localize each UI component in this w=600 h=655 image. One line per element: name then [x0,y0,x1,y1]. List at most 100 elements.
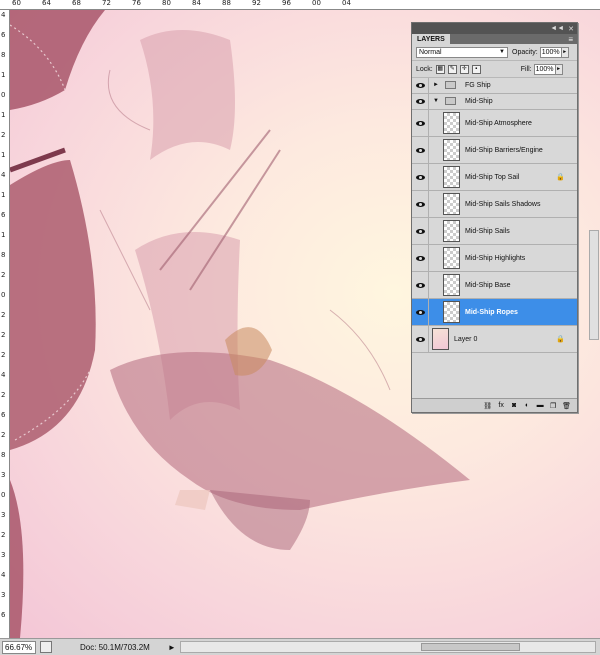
chevron-down-icon: ▼ [499,48,505,55]
left-ruler-label: 2 [1,331,6,339]
trash-icon[interactable]: 🗑 [562,402,571,410]
left-ruler-label: 1 [1,231,6,239]
left-ruler-label: 2 [1,271,6,279]
opacity-field[interactable]: 100% [539,46,562,58]
lock-icon: 🔒 [556,174,565,181]
eye-icon [415,174,425,180]
folder-icon[interactable]: ▬ [536,402,544,409]
layer-thumbnail [443,112,460,134]
top-ruler[interactable]: 60 64 68 72 76 80 84 88 92 96 00 04 [0,0,600,10]
top-ruler-label: 72 [102,0,111,7]
visibility-toggle[interactable] [412,272,429,298]
layer-row[interactable]: Mid-Ship Sails Shadows [412,191,577,218]
horizontal-scrollbar[interactable] [179,641,596,653]
left-ruler-label: 2 [1,131,6,139]
layer-row[interactable]: Mid-Ship Atmosphere [412,110,577,137]
blend-mode-select[interactable]: Normal ▼ [416,46,508,58]
lock-label: Lock: [416,65,433,73]
layer-row[interactable]: Layer 0 🔒 [412,326,577,353]
visibility-toggle[interactable] [412,137,429,163]
visibility-toggle[interactable] [412,299,429,325]
layer-row[interactable]: ► FG Ship [412,78,577,94]
doc-size: Doc: 50.1M/703.2M [80,642,150,652]
fill-field[interactable]: 100% [533,63,556,75]
visibility-toggle[interactable] [412,110,429,136]
layer-thumbnail [432,328,449,350]
layer-name: Mid-Ship Ropes [465,309,518,316]
panel-tabs: LAYERS ≡ [412,34,577,44]
layer-name: Mid-Ship [465,98,493,105]
left-ruler-label: 6 [1,411,6,419]
layer-row[interactable]: Mid-Ship Barriers/Engine [412,137,577,164]
tab-layers[interactable]: LAYERS [412,34,450,44]
eye-icon [415,147,425,153]
left-ruler-label: 4 [1,171,6,179]
left-ruler-label: 8 [1,451,6,459]
folder-icon [445,97,456,105]
horizontal-scroll-thumb[interactable] [421,643,521,651]
visibility-toggle[interactable] [412,164,429,190]
top-ruler-label: 76 [132,0,141,7]
opacity-slider-toggle[interactable]: ► [561,46,569,58]
visibility-toggle[interactable] [412,191,429,217]
left-ruler-label: 2 [1,351,6,359]
lock-image-pixels-icon[interactable]: ✎ [447,64,457,74]
left-ruler-label: 4 [1,371,6,379]
panel-menu-icon[interactable]: ≡ [568,35,577,44]
left-ruler-label: 6 [1,611,6,619]
layer-row[interactable]: Mid-Ship Sails [412,218,577,245]
top-ruler-label: 92 [252,0,261,7]
lock-position-icon[interactable]: ✛ [459,64,469,74]
collapse-icon[interactable]: ◄◄ [550,25,564,32]
layer-name: Mid-Ship Top Sail [465,174,520,181]
lock-icon: 🔒 [556,336,565,343]
left-ruler-label: 1 [1,71,6,79]
left-ruler-label: 4 [1,11,6,19]
layer-thumbnail [443,166,460,188]
left-ruler-label: 2 [1,311,6,319]
layer-name: Mid-Ship Base [465,282,511,289]
visibility-toggle[interactable] [412,78,429,93]
eye-icon [415,336,425,342]
layer-row[interactable]: Mid-Ship Ropes [412,299,577,326]
new-layer-icon[interactable]: ❐ [549,402,557,410]
status-menu-arrow[interactable]: ► [168,643,176,652]
opacity-label: Opacity: [512,48,538,56]
left-ruler-label: 0 [1,91,6,99]
left-ruler-label: 0 [1,491,6,499]
fill-slider-toggle[interactable]: ► [555,63,563,75]
eye-icon [415,255,425,261]
vertical-scrollbar[interactable] [589,230,599,340]
mask-icon[interactable]: ◙ [510,402,518,409]
visibility-toggle[interactable] [412,245,429,271]
link-icon[interactable]: ⛓ [483,402,492,410]
left-ruler-label: 8 [1,51,6,59]
layer-list: ► FG Ship ▼ Mid-Ship Mid-Ship Atmosphere Mid-… [412,78,577,398]
left-ruler-label: 2 [1,531,6,539]
expanded-triangle-icon[interactable]: ▼ [433,98,439,104]
top-ruler-label: 04 [342,0,351,7]
document-info-icon[interactable] [40,641,52,653]
lock-row: Lock: ▦ ✎ ✛ ▪ Fill: 100% ► [412,61,577,78]
collapsed-triangle-icon[interactable]: ► [433,82,439,88]
left-ruler[interactable]: 4681012141618202224262830323436 [0,10,10,638]
left-ruler-label: 3 [1,551,6,559]
left-ruler-label: 4 [1,571,6,579]
lock-transparent-pixels-icon[interactable]: ▦ [435,64,445,74]
layer-row[interactable]: Mid-Ship Top Sail 🔒 [412,164,577,191]
visibility-toggle[interactable] [412,326,429,352]
lock-all-icon[interactable]: ▪ [471,64,481,74]
layer-row[interactable]: Mid-Ship Highlights [412,245,577,272]
fx-icon[interactable]: fx [497,402,505,409]
close-icon[interactable]: ✕ [568,25,574,33]
eye-icon [415,309,425,315]
eye-icon [415,120,425,126]
layer-row[interactable]: ▼ Mid-Ship [412,94,577,110]
folder-icon [445,81,456,89]
visibility-toggle[interactable] [412,94,429,109]
panel-titlebar[interactable]: ◄◄ ✕ [412,23,577,34]
adjustment-icon[interactable]: ◐ [523,402,531,409]
layer-row[interactable]: Mid-Ship Base [412,272,577,299]
visibility-toggle[interactable] [412,218,429,244]
zoom-field[interactable]: 66.67% [2,640,36,654]
